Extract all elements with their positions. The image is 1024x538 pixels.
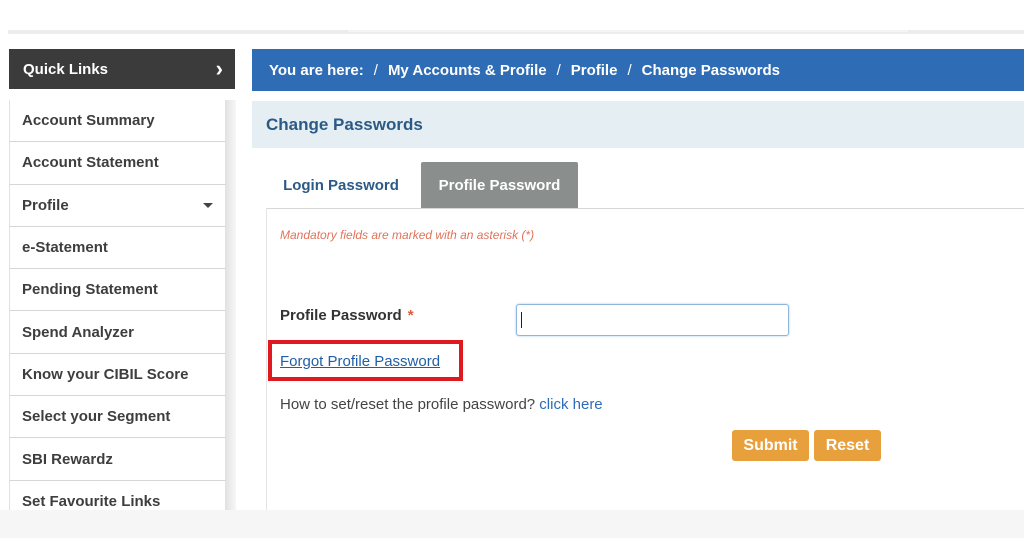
breadcrumb-item-profile[interactable]: Profile bbox=[571, 62, 618, 79]
top-divider-secondary bbox=[348, 30, 908, 32]
forgot-profile-password-link[interactable]: Forgot Profile Password bbox=[280, 353, 440, 370]
quick-links-header[interactable]: Quick Links › bbox=[9, 49, 235, 89]
submit-button[interactable]: Submit bbox=[732, 430, 809, 461]
tab-label: Login Password bbox=[283, 176, 399, 194]
tab-divider bbox=[266, 208, 1024, 209]
sidebar-item-cibil-score[interactable]: Know your CIBIL Score bbox=[9, 353, 226, 397]
howto-text: How to set/reset the profile password? c… bbox=[280, 396, 603, 413]
sidebar-item-e-statement[interactable]: e-Statement bbox=[9, 226, 226, 270]
sidebar-item-spend-analyzer[interactable]: Spend Analyzer bbox=[9, 311, 226, 354]
click-here-link[interactable]: click here bbox=[539, 396, 602, 413]
profile-password-label: Profile Password * bbox=[280, 307, 414, 324]
page-title: Change Passwords bbox=[266, 114, 423, 134]
reset-button[interactable]: Reset bbox=[814, 430, 881, 461]
sidebar-item-label: Account Statement bbox=[22, 154, 159, 172]
sidebar-item-label: Select your Segment bbox=[22, 408, 171, 426]
quick-links-title: Quick Links bbox=[23, 60, 109, 78]
sidebar-item-label: SBI Rewardz bbox=[22, 450, 113, 468]
chevron-right-icon[interactable]: › bbox=[216, 58, 223, 80]
howto-question: How to set/reset the profile password? bbox=[280, 396, 536, 413]
sidebar-shadow bbox=[226, 100, 236, 510]
text-cursor bbox=[521, 312, 522, 328]
required-asterisk: * bbox=[407, 307, 414, 324]
bottom-strip bbox=[0, 510, 1024, 538]
panel-title: Change Passwords bbox=[252, 101, 1024, 148]
sidebar-item-label: Profile bbox=[22, 196, 69, 214]
sidebar-item-sbi-rewardz[interactable]: SBI Rewardz bbox=[9, 438, 226, 481]
mandatory-note: Mandatory fields are marked with an aste… bbox=[280, 228, 535, 242]
breadcrumb-separator: / bbox=[556, 61, 561, 79]
sidebar-item-select-segment[interactable]: Select your Segment bbox=[9, 396, 226, 439]
breadcrumb-separator: / bbox=[627, 61, 632, 79]
breadcrumb-separator: / bbox=[373, 61, 378, 79]
sidebar-item-label: Know your CIBIL Score bbox=[22, 365, 189, 383]
sidebar-item-label: Spend Analyzer bbox=[22, 323, 134, 341]
breadcrumb-prefix: You are here: bbox=[269, 61, 364, 79]
content-border bbox=[266, 208, 267, 510]
profile-password-input[interactable] bbox=[516, 304, 789, 336]
sidebar-item-profile[interactable]: Profile bbox=[9, 184, 226, 227]
page: Quick Links › Account Summary Account St… bbox=[0, 0, 1024, 538]
sidebar-menu: Account Summary Account Statement Profil… bbox=[9, 100, 226, 523]
sidebar-item-label: Set Favourite Links bbox=[22, 492, 161, 510]
tab-label: Profile Password bbox=[438, 176, 561, 194]
sidebar-item-account-statement[interactable]: Account Statement bbox=[9, 142, 226, 185]
breadcrumb-item-accounts[interactable]: My Accounts & Profile bbox=[388, 62, 547, 79]
tab-login-password[interactable]: Login Password bbox=[266, 162, 416, 208]
sidebar-item-account-summary[interactable]: Account Summary bbox=[9, 100, 226, 143]
profile-password-label-text: Profile Password bbox=[280, 307, 402, 324]
breadcrumb: You are here: / My Accounts & Profile / … bbox=[252, 49, 1024, 91]
tab-profile-password[interactable]: Profile Password bbox=[421, 162, 578, 208]
caret-down-icon[interactable] bbox=[203, 202, 213, 208]
sidebar-item-label: Pending Statement bbox=[22, 281, 158, 299]
sidebar-item-label: e-Statement bbox=[22, 239, 108, 257]
tab-bar: Login Password Profile Password bbox=[266, 162, 578, 208]
sidebar-item-pending-statement[interactable]: Pending Statement bbox=[9, 269, 226, 312]
breadcrumb-item-current: Change Passwords bbox=[641, 61, 780, 79]
sidebar-item-label: Account Summary bbox=[22, 112, 155, 130]
